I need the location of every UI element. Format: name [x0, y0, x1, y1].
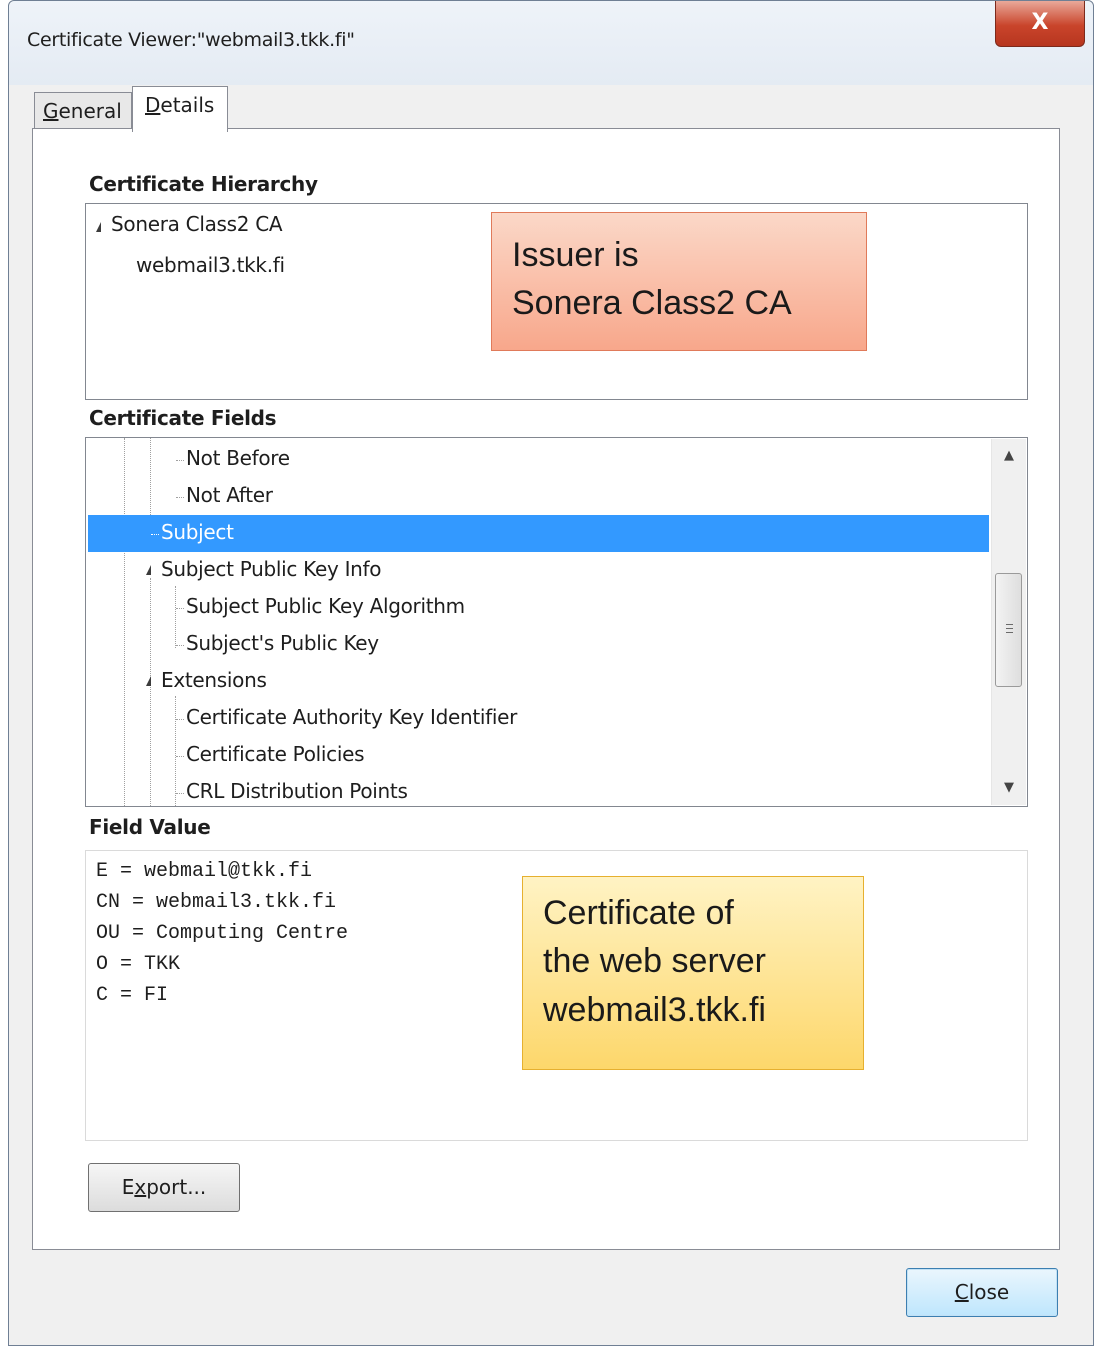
grip-icon	[1006, 624, 1013, 625]
tab-general-accel: G	[43, 99, 59, 123]
certificate-callout-line1: Certificate of	[543, 894, 734, 932]
title-bar[interactable]: Certificate Viewer:"webmail3.tkk.fi" X	[9, 1, 1093, 85]
export-label-pre: E	[121, 1175, 135, 1199]
field-value-line: OU = Computing Centre	[96, 922, 349, 945]
tree-connector	[176, 719, 184, 720]
field-label: Not After	[186, 483, 273, 507]
tab-general-label: eneral	[58, 99, 122, 123]
field-value-line: E = webmail@tkk.fi	[96, 860, 313, 883]
field-row-extensions[interactable]: Extensions	[88, 663, 989, 700]
field-label: Certificate Policies	[186, 742, 365, 766]
field-row-subjects-public-key[interactable]: Subject's Public Key	[88, 626, 989, 663]
window-title: Certificate Viewer:"webmail3.tkk.fi"	[27, 29, 355, 51]
fields-scrollbar[interactable]: ▲ ▼	[991, 439, 1026, 805]
hierarchy-label: Certificate Hierarchy	[89, 172, 318, 196]
tree-connector	[176, 497, 184, 498]
field-value-label: Field Value	[89, 815, 211, 839]
field-value-line: CN = webmail3.tkk.fi	[96, 891, 337, 914]
tree-connector	[176, 645, 184, 646]
field-label: Subject	[161, 520, 234, 544]
tree-connector	[176, 756, 184, 757]
scrollbar-thumb[interactable]	[995, 573, 1022, 687]
close-button[interactable]: Close	[906, 1268, 1058, 1317]
issuer-callout: Issuer is Sonera Class2 CA	[491, 212, 867, 351]
expand-triangle-icon[interactable]	[96, 222, 101, 232]
field-value-line: C = FI	[96, 984, 169, 1007]
field-row-not-after[interactable]: Not After	[88, 478, 989, 515]
issuer-callout-line1: Issuer is	[512, 236, 639, 274]
field-row-subject[interactable]: Subject	[88, 515, 989, 552]
grip-icon	[1006, 632, 1013, 633]
expand-triangle-icon[interactable]	[146, 565, 151, 575]
field-label: Extensions	[161, 668, 267, 692]
tree-connector	[176, 608, 184, 609]
scroll-down-arrow-icon[interactable]: ▼	[992, 773, 1026, 803]
scroll-up-arrow-icon[interactable]: ▲	[992, 441, 1026, 471]
field-label: Subject Public Key Info	[161, 557, 382, 581]
field-label: Not Before	[186, 446, 290, 470]
field-label: Subject's Public Key	[186, 631, 379, 655]
tab-details-label: etails	[160, 93, 215, 117]
certificate-callout-line2: the web server	[543, 942, 766, 981]
close-icon: X	[1031, 10, 1049, 35]
export-label-post: port...	[146, 1175, 207, 1199]
close-label-accel: C	[954, 1280, 969, 1304]
window-close-button[interactable]: X	[995, 1, 1085, 47]
export-button[interactable]: Export...	[88, 1163, 240, 1212]
certificate-callout: Certificate of the web server webmail3.t…	[522, 876, 864, 1070]
grip-icon	[1006, 628, 1013, 629]
field-value-line: O = TKK	[96, 953, 181, 976]
expand-triangle-icon[interactable]	[146, 676, 151, 686]
fields-label: Certificate Fields	[89, 406, 277, 430]
tab-details[interactable]: Details	[132, 86, 228, 132]
field-row-subject-public-key-info[interactable]: Subject Public Key Info	[88, 552, 989, 589]
certificate-callout-line3: webmail3.tkk.fi	[543, 990, 766, 1029]
tab-general[interactable]: General	[34, 92, 132, 130]
hierarchy-item-leaf[interactable]: webmail3.tkk.fi	[136, 253, 285, 277]
export-label-accel: x	[134, 1175, 147, 1199]
field-row-certificate-policies[interactable]: Certificate Policies	[88, 737, 989, 774]
hierarchy-item-root[interactable]: Sonera Class2 CA	[111, 212, 283, 236]
tree-connector	[176, 793, 184, 794]
field-row-subject-public-key-algorithm[interactable]: Subject Public Key Algorithm	[88, 589, 989, 626]
field-label: Subject Public Key Algorithm	[186, 594, 465, 618]
tree-connector	[176, 460, 184, 461]
tab-details-accel: D	[145, 93, 161, 117]
issuer-callout-line2: Sonera Class2 CA	[512, 284, 792, 323]
tree-connector	[151, 534, 159, 535]
field-label: Certificate Authority Key Identifier	[186, 705, 518, 729]
field-row-authority-key-identifier[interactable]: Certificate Authority Key Identifier	[88, 700, 989, 737]
field-label: CRL Distribution Points	[186, 779, 408, 803]
field-row-crl-distribution-points[interactable]: CRL Distribution Points	[88, 774, 989, 806]
field-row-not-before[interactable]: Not Before	[88, 441, 989, 478]
close-label-post: lose	[968, 1280, 1010, 1304]
fields-tree[interactable]: Not Before Not After Subject Subject Pub…	[85, 437, 1028, 807]
